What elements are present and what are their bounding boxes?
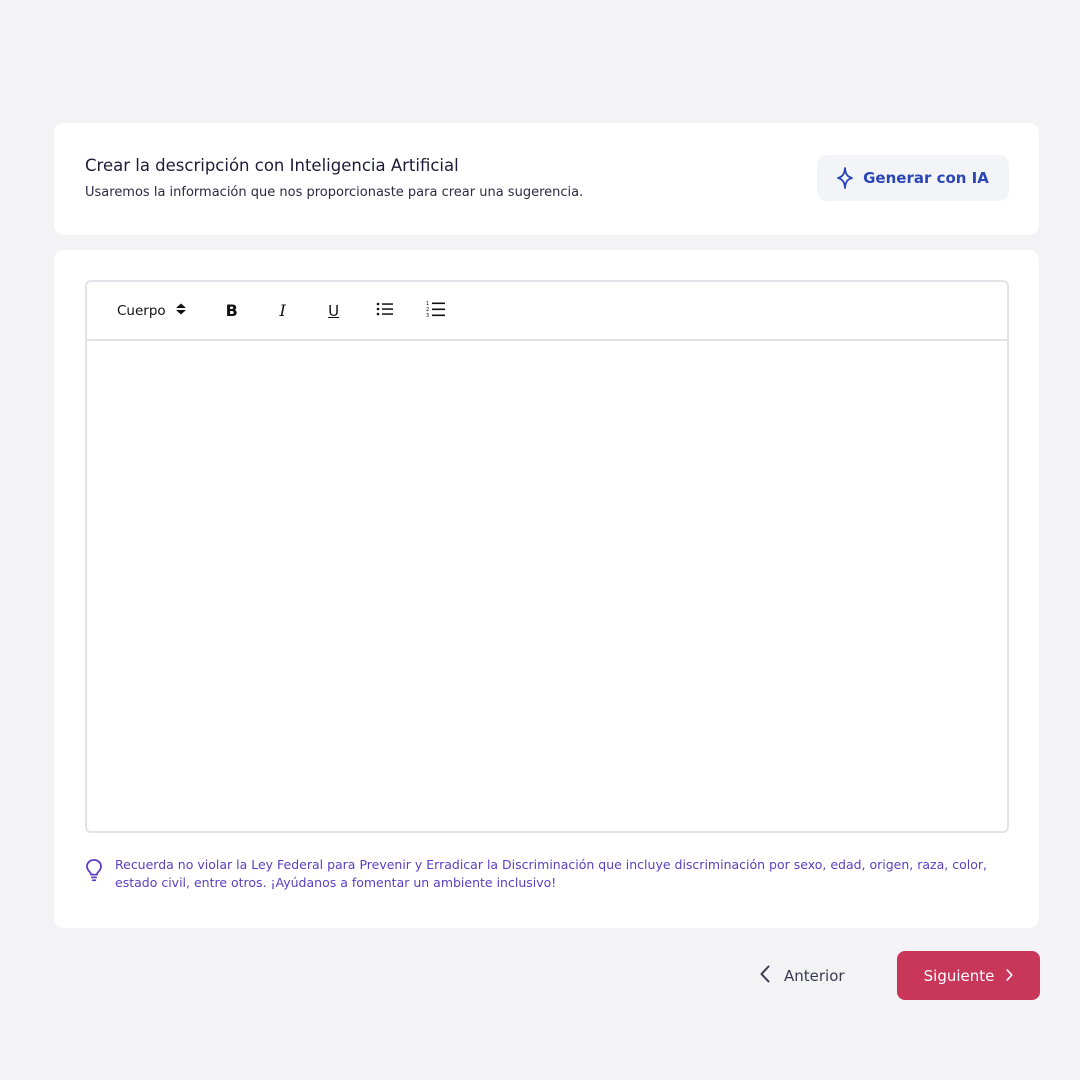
sparkle-icon — [837, 167, 854, 189]
editor-toolbar: Cuerpo B I U 1 2 3 — [87, 282, 1007, 341]
ai-card-subtitle: Usaremos la información que nos proporci… — [85, 185, 584, 200]
bullet-list-icon — [376, 301, 394, 321]
rich-text-editor: Cuerpo B I U 1 2 3 — [85, 280, 1009, 833]
svg-text:3: 3 — [426, 313, 429, 318]
generate-with-ai-button[interactable]: Generar con IA — [817, 155, 1009, 201]
numbered-list-icon: 1 2 3 — [426, 300, 446, 322]
previous-label: Anterior — [784, 967, 845, 985]
chevron-right-icon — [1006, 967, 1013, 985]
discrimination-hint: Recuerda no violar la Ley Federal para P… — [85, 856, 1009, 892]
hint-text: Recuerda no violar la Ley Federal para P… — [115, 857, 987, 890]
underline-button[interactable]: U — [322, 299, 346, 323]
page: Crear la descripción con Inteligencia Ar… — [0, 0, 1080, 1080]
text-format-label: Cuerpo — [117, 302, 166, 319]
numbered-list-button[interactable]: 1 2 3 — [424, 299, 448, 323]
generate-with-ai-label: Generar con IA — [863, 169, 989, 187]
editor-text-area[interactable] — [87, 341, 1007, 831]
next-button[interactable]: Siguiente — [897, 951, 1040, 1000]
ai-card-title: Crear la descripción con Inteligencia Ar… — [85, 156, 459, 175]
ai-description-card: Crear la descripción con Inteligencia Ar… — [54, 123, 1039, 235]
bold-button[interactable]: B — [220, 299, 244, 323]
previous-button[interactable]: Anterior — [760, 953, 845, 999]
italic-button[interactable]: I — [271, 299, 295, 323]
bullet-list-button[interactable] — [373, 299, 397, 323]
editor-card: Cuerpo B I U 1 2 3 Recuerda no violar la… — [54, 250, 1039, 928]
text-format-select[interactable]: Cuerpo — [117, 302, 188, 320]
chevron-left-icon — [760, 965, 770, 987]
up-down-chevron-icon — [174, 302, 188, 320]
lightbulb-icon — [85, 858, 103, 886]
next-label: Siguiente — [923, 966, 995, 985]
